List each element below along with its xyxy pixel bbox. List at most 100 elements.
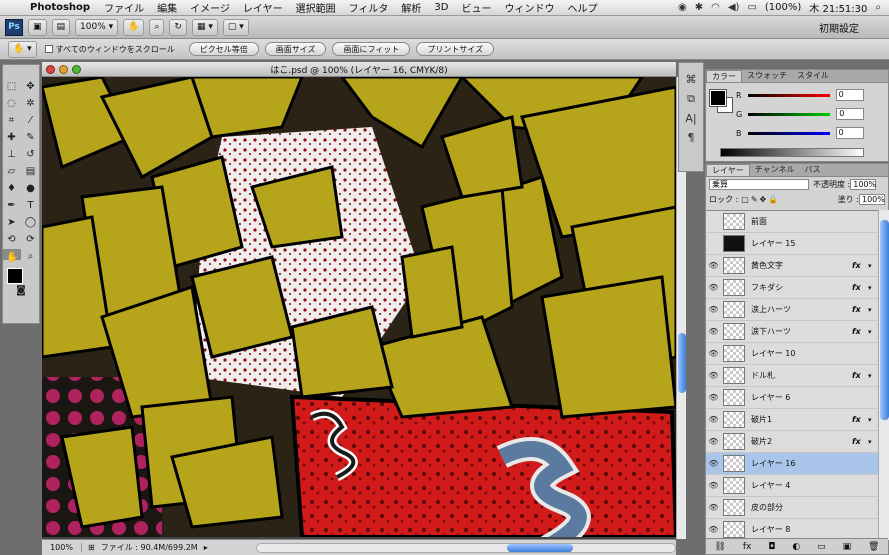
image-canvas[interactable] (42, 77, 676, 537)
history-brush-tool-icon[interactable]: ↺ (22, 147, 40, 163)
eraser-tool-icon[interactable]: ▱ (3, 164, 21, 180)
layer-thumbnail[interactable] (723, 499, 745, 516)
layer-thumbnail[interactable] (723, 213, 745, 230)
minibridge-button[interactable]: ▤ (51, 18, 71, 36)
wifi-icon[interactable]: ◠ (711, 2, 720, 13)
type-tool-icon[interactable]: T (22, 198, 40, 214)
layer-name[interactable]: 黄色文字 (751, 260, 852, 271)
visibility-eye-icon[interactable]: 👁 (706, 503, 721, 512)
layer-row[interactable]: 👁 黄色文字 fx ▾ (706, 255, 878, 277)
clone-stamp-tool-icon[interactable]: ⊥ (3, 147, 21, 163)
menu-filter[interactable]: フィルタ (349, 0, 389, 15)
fill-field[interactable]: 100% (859, 194, 885, 205)
layer-name[interactable]: レイヤー 15 (751, 238, 878, 249)
new-group-icon[interactable]: ▭ (817, 542, 826, 552)
menu-image[interactable]: イメージ (190, 0, 230, 15)
status-zoom-field[interactable]: 100% (42, 543, 82, 552)
vertical-scroll-thumb[interactable] (678, 333, 686, 393)
zoom-level-dropdown[interactable]: 100% ▾ (75, 18, 119, 36)
tab-styles[interactable]: スタイル (792, 70, 834, 82)
visibility-eye-icon[interactable]: 👁 (706, 371, 721, 380)
move-tool-icon[interactable]: ✥ (22, 79, 40, 95)
layer-thumbnail[interactable] (723, 389, 745, 406)
layer-mask-icon[interactable]: ◘ (768, 542, 775, 552)
hand-tool-icon[interactable]: ✋ (2, 249, 21, 263)
layer-row[interactable]: 👁 破片2 fx ▾ (706, 431, 878, 453)
layer-name[interactable]: 前面 (751, 216, 878, 227)
layer-name[interactable]: レイヤー 6 (751, 392, 878, 403)
print-size-button[interactable]: プリントサイズ (416, 42, 495, 56)
fit-screen-button[interactable]: 画面サイズ (264, 42, 327, 56)
blend-mode-select[interactable]: 乗算 (709, 179, 809, 190)
clock[interactable]: 木 21:51:30 (809, 0, 867, 15)
menu-analysis[interactable]: 解析 (401, 0, 421, 15)
adjustment-layer-icon[interactable]: ◐ (792, 542, 800, 552)
menu-edit[interactable]: 編集 (157, 0, 177, 15)
layers-scrollbar[interactable] (878, 210, 889, 540)
tab-color[interactable]: カラー (706, 70, 742, 82)
eyedropper-tool-icon[interactable]: ⁄ (22, 113, 40, 129)
expand-effects-icon[interactable]: ▾ (868, 438, 878, 446)
layer-row[interactable]: 👁 フキダシ fx ▾ (706, 277, 878, 299)
lock-position-icon[interactable]: ✥ (760, 195, 767, 204)
arrange-documents-button[interactable]: ▦ ▾ (191, 18, 218, 36)
red-slider[interactable] (747, 93, 830, 97)
actions-panel-icon[interactable]: ⧉ (687, 92, 695, 106)
horizontal-scrollbar[interactable] (256, 542, 676, 553)
lasso-tool-icon[interactable]: ◌ (3, 96, 21, 112)
tab-paths[interactable]: パス (800, 164, 826, 176)
blue-value[interactable]: 0 (835, 127, 864, 139)
visibility-eye-icon[interactable]: 👁 (706, 437, 721, 446)
expand-effects-icon[interactable]: ▾ (868, 306, 878, 314)
app-menu[interactable]: Photoshop (30, 2, 90, 13)
volume-icon[interactable]: ◀) (728, 2, 740, 13)
hand-tool-button[interactable]: ✋ (123, 18, 145, 36)
3d-orbit-tool-icon[interactable]: ⟳ (22, 232, 40, 248)
paragraph-panel-icon[interactable]: ¶ (688, 131, 695, 144)
layer-name[interactable]: 涙上ハーツ (751, 304, 852, 315)
layer-thumbnail[interactable] (723, 257, 745, 274)
green-slider[interactable] (748, 112, 831, 116)
layer-name[interactable]: レイヤー 10 (751, 348, 878, 359)
layer-row[interactable]: 👁 レイヤー 16 (706, 453, 878, 475)
expand-effects-icon[interactable]: ▾ (868, 284, 878, 292)
layer-effects-icon[interactable]: fx (852, 283, 868, 292)
layer-name[interactable]: 涙下ハーツ (751, 326, 852, 337)
brush-tool-icon[interactable]: ✎ (22, 130, 40, 146)
layer-row[interactable]: 👁 レイヤー 8 (706, 519, 878, 540)
red-value[interactable]: 0 (835, 89, 864, 101)
shape-tool-icon[interactable]: ◯ (22, 215, 40, 231)
layer-row[interactable]: 👁 レイヤー 6 (706, 387, 878, 409)
menu-file[interactable]: ファイル (104, 0, 144, 15)
green-value[interactable]: 0 (836, 108, 865, 120)
expand-effects-icon[interactable]: ▾ (868, 372, 878, 380)
new-layer-icon[interactable]: ▣ (843, 542, 852, 552)
spotlight-icon[interactable]: ⌕ (875, 2, 881, 13)
layer-row[interactable]: 👁 皮の部分 (706, 497, 878, 519)
opacity-field[interactable]: 100% (850, 179, 877, 190)
3d-rotate-tool-icon[interactable]: ⟲ (3, 232, 21, 248)
rotate-view-button[interactable]: ↻ (169, 18, 187, 36)
menu-window[interactable]: ウィンドウ (504, 0, 554, 15)
scroll-all-checkbox[interactable] (44, 45, 53, 53)
expand-effects-icon[interactable]: ▾ (868, 328, 878, 336)
layer-thumbnail[interactable] (723, 323, 745, 340)
layer-style-icon[interactable]: fx (743, 542, 752, 552)
layer-name[interactable]: レイヤー 16 (751, 458, 878, 469)
layer-effects-icon[interactable]: fx (852, 371, 868, 380)
delete-layer-icon[interactable]: 🗑 (868, 542, 879, 552)
visibility-eye-icon[interactable]: 👁 (706, 459, 721, 468)
crop-tool-icon[interactable]: ⌗ (3, 113, 21, 129)
layer-name[interactable]: ドル札 (751, 370, 852, 381)
layer-row[interactable]: 👁 破片1 fx ▾ (706, 409, 878, 431)
layer-row[interactable]: 👁 涙下ハーツ fx ▾ (706, 321, 878, 343)
layer-row[interactable]: 👁 レイヤー 10 (706, 343, 878, 365)
bluetooth-icon[interactable]: ✱ (695, 2, 703, 13)
dodge-tool-icon[interactable]: ● (22, 181, 40, 197)
visibility-eye-icon[interactable]: 👁 (706, 393, 721, 402)
menu-3d[interactable]: 3D (434, 2, 448, 13)
color-sync-icon[interactable]: ◉ (678, 2, 687, 13)
expand-effects-icon[interactable]: ▾ (868, 262, 878, 270)
layer-row[interactable]: 👁 レイヤー 4 (706, 475, 878, 497)
layer-thumbnail[interactable] (723, 411, 745, 428)
